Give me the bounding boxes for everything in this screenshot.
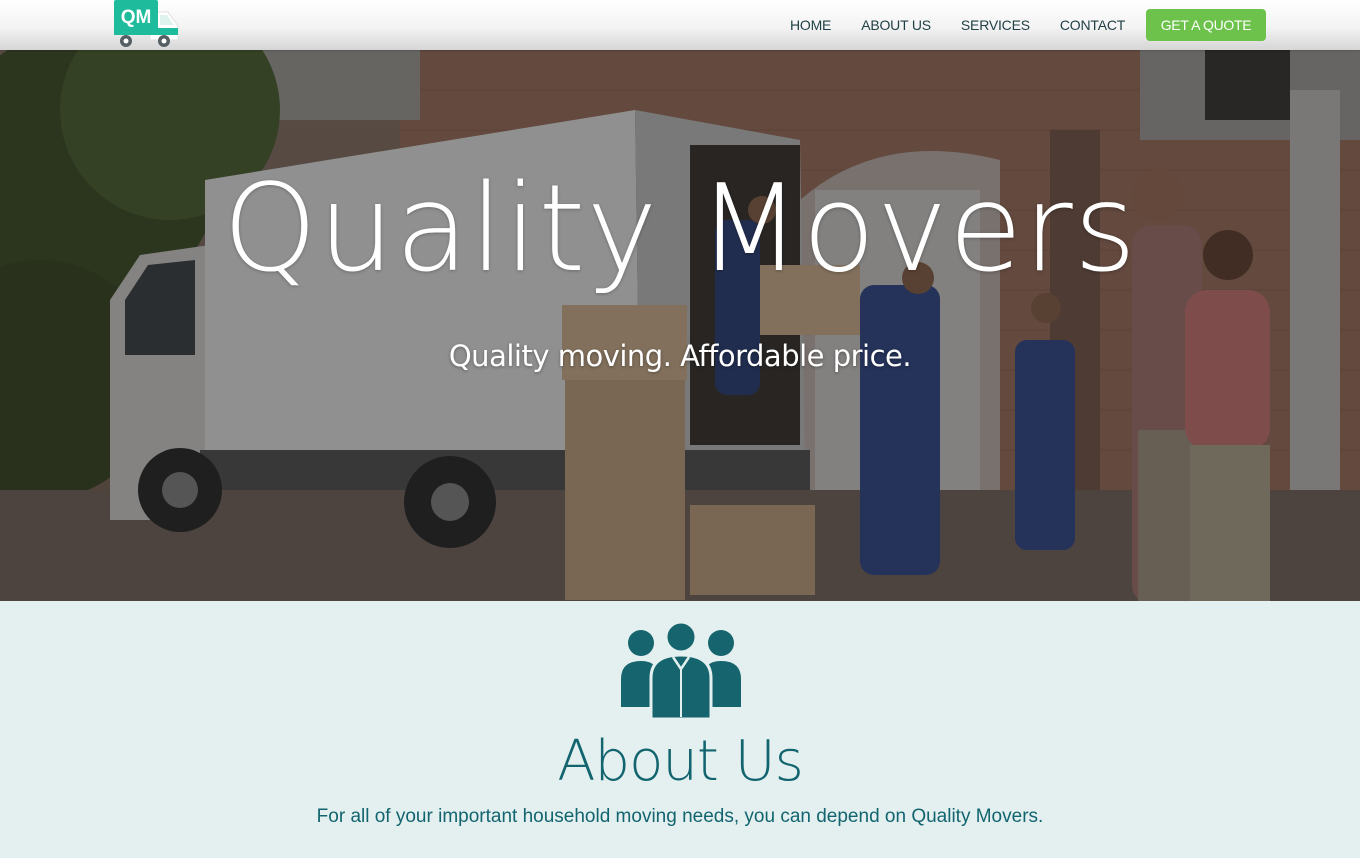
people-group-icon: [621, 623, 741, 719]
moving-truck-logo: QM: [114, 0, 179, 47]
nav-home[interactable]: HOME: [790, 17, 831, 33]
get-a-quote-button[interactable]: GET A QUOTE: [1146, 9, 1266, 41]
hero-photo-movers-truck: [0, 50, 1360, 601]
main-nav: HOME ABOUT US SERVICES CONTACT: [780, 0, 1155, 50]
site-header: QM HOME ABOUT US SERVICES CONTACT GET A …: [0, 0, 1360, 50]
about-us-heading: About Us: [557, 729, 804, 794]
nav-services[interactable]: SERVICES: [961, 17, 1030, 33]
hero-tagline: Quality moving. Affordable price.: [448, 339, 912, 373]
hero-section: Quality Movers Quality moving. Affordabl…: [0, 50, 1360, 601]
about-us-description: For all of your important household movi…: [316, 806, 1044, 827]
logo-text: QM: [121, 7, 152, 28]
about-section: About Us For all of your important house…: [0, 601, 1360, 858]
nav-contact[interactable]: CONTACT: [1060, 17, 1125, 33]
logo-link[interactable]: QM: [112, 0, 180, 48]
nav-about-us[interactable]: ABOUT US: [861, 17, 931, 33]
hero-title: Quality Movers: [222, 160, 1138, 299]
